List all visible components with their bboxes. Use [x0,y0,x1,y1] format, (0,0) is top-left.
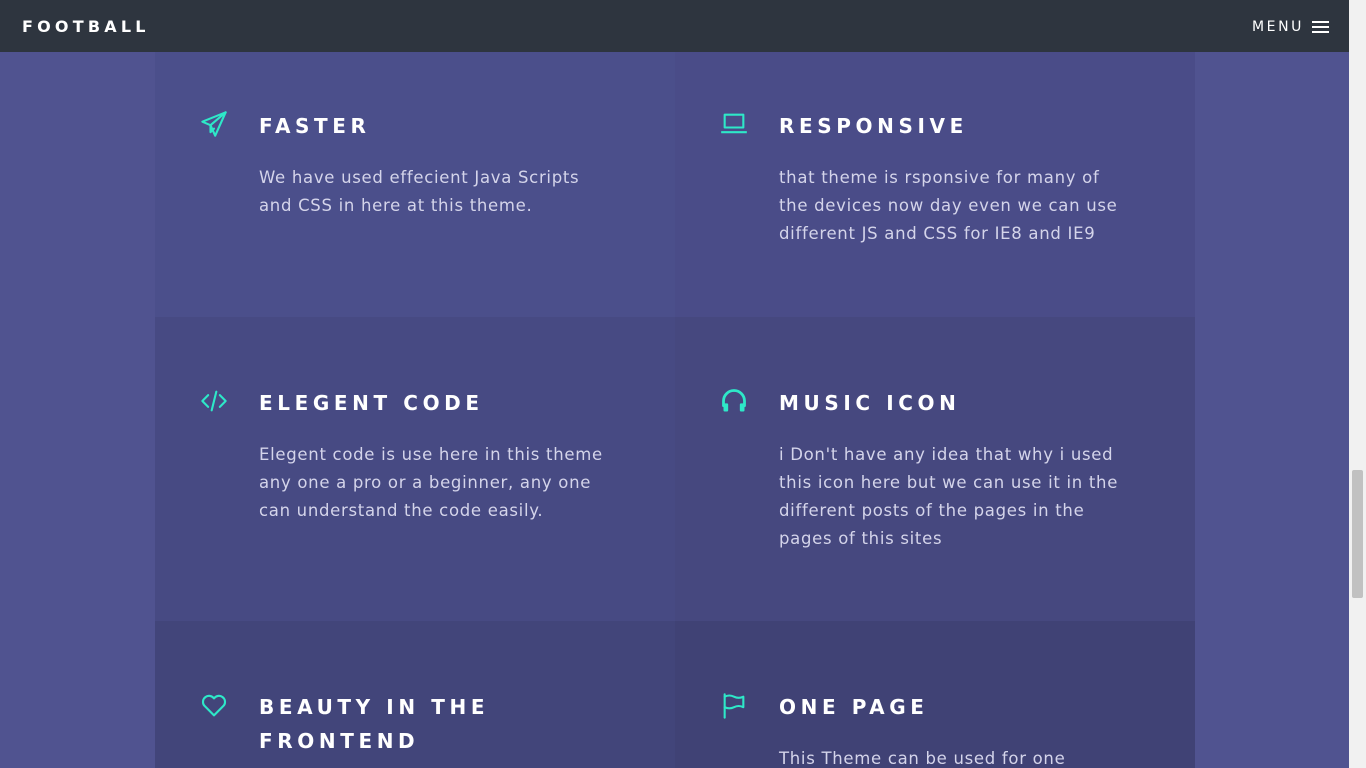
feature-title: ELEGENT CODE [259,391,484,415]
top-navbar: FOOTBALL MENU [0,0,1349,52]
feature-beauty-frontend: BEAUTY IN THE FRONTEND [155,621,675,768]
flag-icon [719,691,749,721]
feature-faster: FASTER We have used effecient Java Scrip… [155,52,675,317]
feature-title: ONE PAGE [779,695,929,719]
feature-title: RESPONSIVE [779,114,968,138]
feature-one-page: ONE PAGE This Theme can be used for one [675,621,1195,768]
heart-icon [199,691,229,721]
laptop-icon [719,109,749,139]
feature-title: FASTER [259,114,371,138]
feature-elegent-code: ELEGENT CODE Elegent code is use here in… [155,317,675,621]
headphones-icon [719,386,749,416]
paper-plane-icon [199,109,229,139]
feature-description: i Don't have any idea that why i used th… [779,445,1119,548]
feature-responsive: RESPONSIVE that theme is rsponsive for m… [675,52,1195,317]
brand-logo[interactable]: FOOTBALL [22,17,150,37]
feature-description: This Theme can be used for one [779,749,1066,768]
feature-title: BEAUTY IN THE FRONTEND [259,695,490,753]
feature-description: Elegent code is use here in this theme a… [259,445,603,520]
menu-label: MENU [1251,19,1304,35]
menu-button[interactable]: MENU [1252,18,1329,36]
features-grid: FASTER We have used effecient Java Scrip… [155,52,1195,768]
code-icon [199,386,229,416]
feature-description: We have used effecient Java Scripts and … [259,168,580,215]
scrollbar-thumb[interactable] [1352,470,1363,598]
feature-music-icon: MUSIC ICON i Don't have any idea that wh… [675,317,1195,621]
feature-title: MUSIC ICON [779,391,961,415]
hamburger-icon [1312,20,1329,34]
vertical-scrollbar[interactable] [1349,0,1366,768]
feature-description: that theme is rsponsive for many of the … [779,168,1118,243]
